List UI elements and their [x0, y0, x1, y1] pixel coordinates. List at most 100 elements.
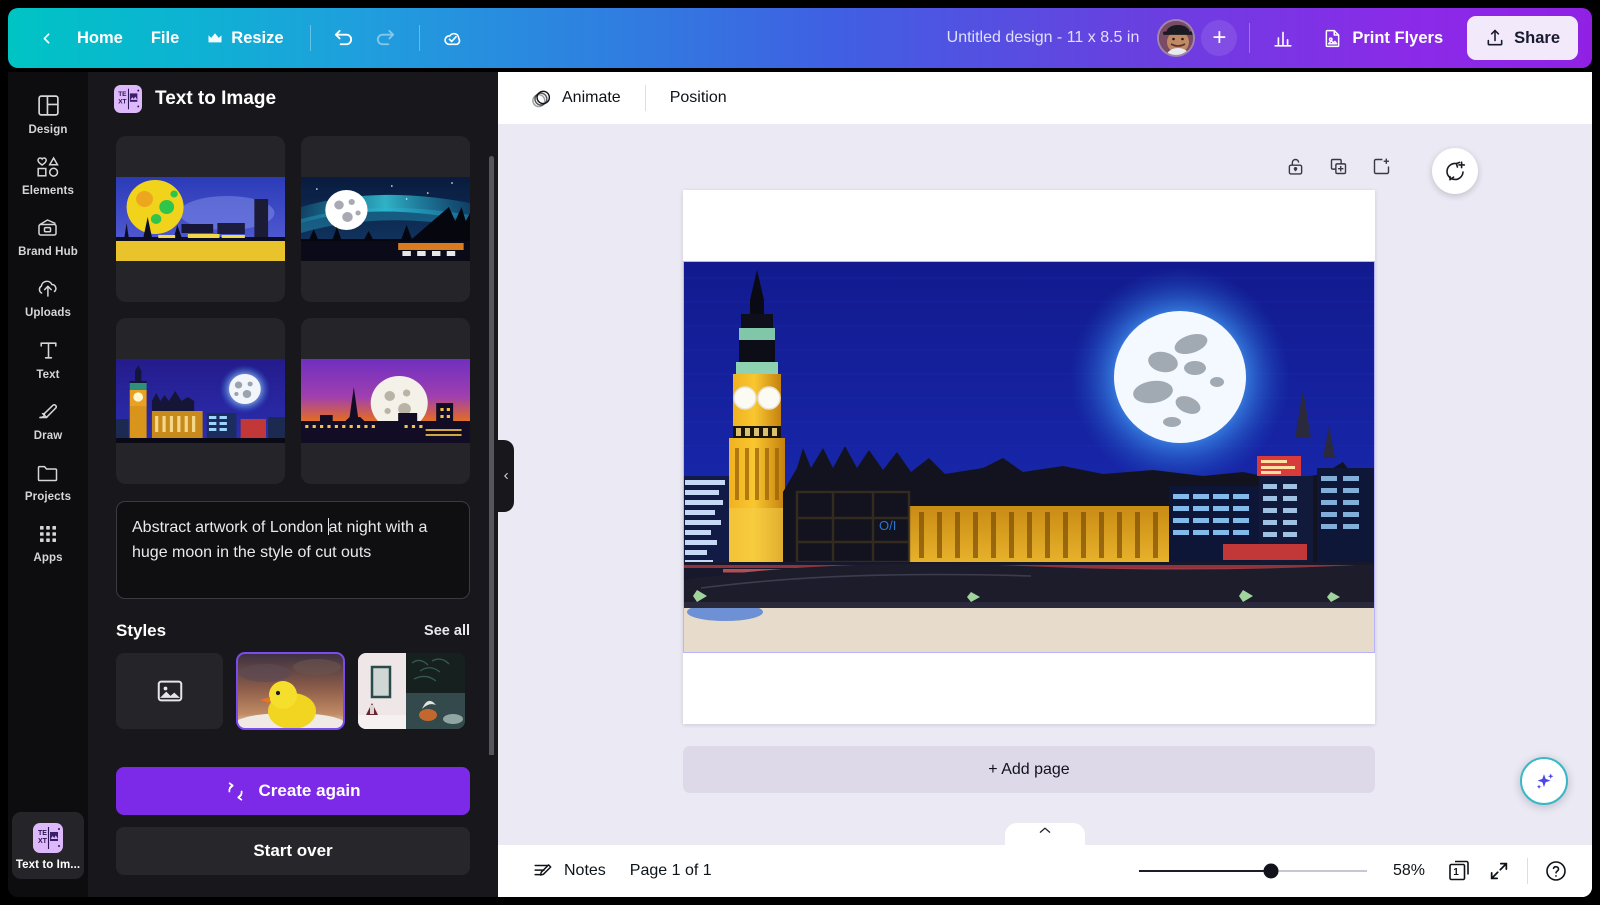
styles-section-header: Styles See all: [116, 621, 470, 641]
file-label: File: [151, 29, 179, 48]
chevron-left-icon: [501, 469, 511, 483]
design-page-1[interactable]: O/I: [683, 190, 1375, 724]
document-title[interactable]: Untitled design - 11 x 8.5 in: [947, 29, 1140, 47]
collapse-timeline-button[interactable]: [1005, 823, 1085, 845]
start-over-label: Start over: [253, 841, 332, 861]
add-page-label: + Add page: [988, 761, 1069, 779]
styles-see-all-link[interactable]: See all: [424, 623, 470, 639]
notes-label: Notes: [564, 862, 606, 880]
help-button[interactable]: [1536, 851, 1576, 891]
comment-add-icon: [1443, 159, 1467, 183]
left-rail: Design Elements Brand Hub Uploads Text: [8, 72, 88, 897]
sidebar-item-text[interactable]: Text: [12, 327, 84, 389]
artwork-element[interactable]: O/I: [683, 262, 1375, 652]
editor-area: Animate Position: [498, 72, 1592, 897]
page-indicator: Page 1 of 1: [618, 862, 724, 880]
page-tools-group: [1285, 156, 1392, 177]
sidebar-label-projects: Projects: [25, 491, 71, 503]
start-over-button[interactable]: Start over: [116, 827, 470, 875]
sidebar-item-projects[interactable]: Projects: [12, 450, 84, 511]
animate-button[interactable]: Animate: [516, 79, 635, 117]
sparkle-magic-icon: [1531, 768, 1557, 794]
status-bar: Notes Page 1 of 1 58% 1: [498, 845, 1592, 897]
header-title-area: Untitled design - 11 x 8.5 in: [474, 29, 1158, 47]
prompt-input[interactable]: Abstract artwork of London at night with…: [116, 501, 470, 599]
canvas-scroll-area: O/I: [498, 124, 1592, 845]
print-flyers-button[interactable]: Print Flyers: [1308, 17, 1457, 59]
svg-text:XT: XT: [118, 99, 126, 106]
magic-studio-button[interactable]: [1520, 757, 1568, 805]
page-count-value: 1: [1448, 864, 1464, 880]
resize-button[interactable]: Resize: [193, 21, 297, 56]
sidebar-item-uploads[interactable]: Uploads: [12, 266, 84, 327]
zoom-slider-handle[interactable]: [1264, 864, 1279, 879]
svg-text:TE: TE: [118, 91, 127, 98]
add-comment-button[interactable]: [1432, 148, 1478, 194]
plus-label: +: [1212, 24, 1226, 52]
result-thumbnail-4[interactable]: [301, 318, 470, 484]
sidebar-item-apps[interactable]: Apps: [12, 511, 84, 572]
fullscreen-button[interactable]: [1479, 851, 1519, 891]
sidebar-label-text-to-image: Text to Im...: [16, 859, 80, 871]
redo-button[interactable]: [365, 17, 407, 59]
style-option-interior[interactable]: [358, 653, 465, 729]
file-menu-button[interactable]: File: [137, 21, 193, 56]
text-to-image-app-icon: TE XT: [33, 823, 63, 853]
create-again-button[interactable]: Create again: [116, 767, 470, 815]
bar-chart-icon: [1272, 27, 1294, 49]
insights-button[interactable]: [1262, 17, 1304, 59]
lock-icon[interactable]: [1285, 156, 1306, 177]
text-to-image-panel: TE XT Text to Image: [88, 72, 498, 897]
avatar[interactable]: [1157, 19, 1195, 57]
duplicate-icon[interactable]: [1328, 156, 1349, 177]
zoom-level-value[interactable]: 58%: [1381, 862, 1425, 880]
undo-button[interactable]: [323, 17, 365, 59]
styles-carousel: [116, 653, 470, 729]
panel-scrollbar[interactable]: [489, 156, 494, 776]
home-label: Home: [77, 29, 123, 48]
header-divider-2: [419, 25, 420, 51]
folder-icon: [35, 461, 61, 485]
result-thumbnail-2[interactable]: [301, 136, 470, 302]
style-option-none[interactable]: [116, 653, 223, 729]
panel-footer: Create again Start over: [88, 755, 498, 897]
add-page-icon[interactable]: [1371, 156, 1392, 177]
svg-text:TE: TE: [38, 830, 47, 837]
share-button[interactable]: Share: [1467, 16, 1578, 60]
zoom-slider[interactable]: [1139, 862, 1367, 880]
header-divider-1: [310, 25, 311, 51]
chevron-left-icon: [38, 30, 55, 47]
sidebar-item-text-to-image[interactable]: TE XT Text to Im...: [12, 812, 84, 879]
sidebar-item-draw[interactable]: Draw: [12, 389, 84, 450]
help-question-icon: [1544, 859, 1568, 883]
refresh-icon: [225, 781, 246, 802]
crown-icon: [207, 32, 223, 45]
page-manager-button[interactable]: 1: [1439, 851, 1479, 891]
position-button[interactable]: Position: [656, 79, 741, 117]
home-button[interactable]: Home: [63, 21, 137, 56]
text-to-image-app-icon: TE XT: [114, 85, 142, 113]
shapes-icon: [35, 155, 61, 179]
cloud-save-button[interactable]: [432, 17, 474, 59]
sidebar-item-design[interactable]: Design: [12, 82, 84, 144]
add-page-button[interactable]: + Add page: [683, 746, 1375, 793]
add-collaborator-button[interactable]: +: [1201, 20, 1237, 56]
panel-collapse-button[interactable]: [498, 440, 514, 512]
position-label: Position: [670, 89, 727, 107]
sidebar-item-elements[interactable]: Elements: [12, 144, 84, 205]
sidebar-item-brand-hub[interactable]: Brand Hub: [12, 205, 84, 266]
svg-text:XT: XT: [38, 838, 48, 845]
result-thumbnail-1[interactable]: [116, 136, 285, 302]
brand-box-icon: [35, 216, 61, 240]
back-button[interactable]: [30, 22, 63, 55]
animate-circles-icon: [530, 87, 553, 110]
generated-results-grid: [116, 136, 470, 484]
create-again-label: Create again: [258, 781, 360, 801]
style-option-dreamy[interactable]: [237, 653, 344, 729]
notes-button[interactable]: Notes: [520, 852, 618, 890]
print-flyers-label: Print Flyers: [1352, 29, 1443, 48]
panel-title: Text to Image: [155, 88, 276, 110]
upload-cloud-icon: [35, 277, 61, 301]
result-thumbnail-3[interactable]: [116, 318, 285, 484]
app-header: Home File Resize: [8, 8, 1592, 68]
